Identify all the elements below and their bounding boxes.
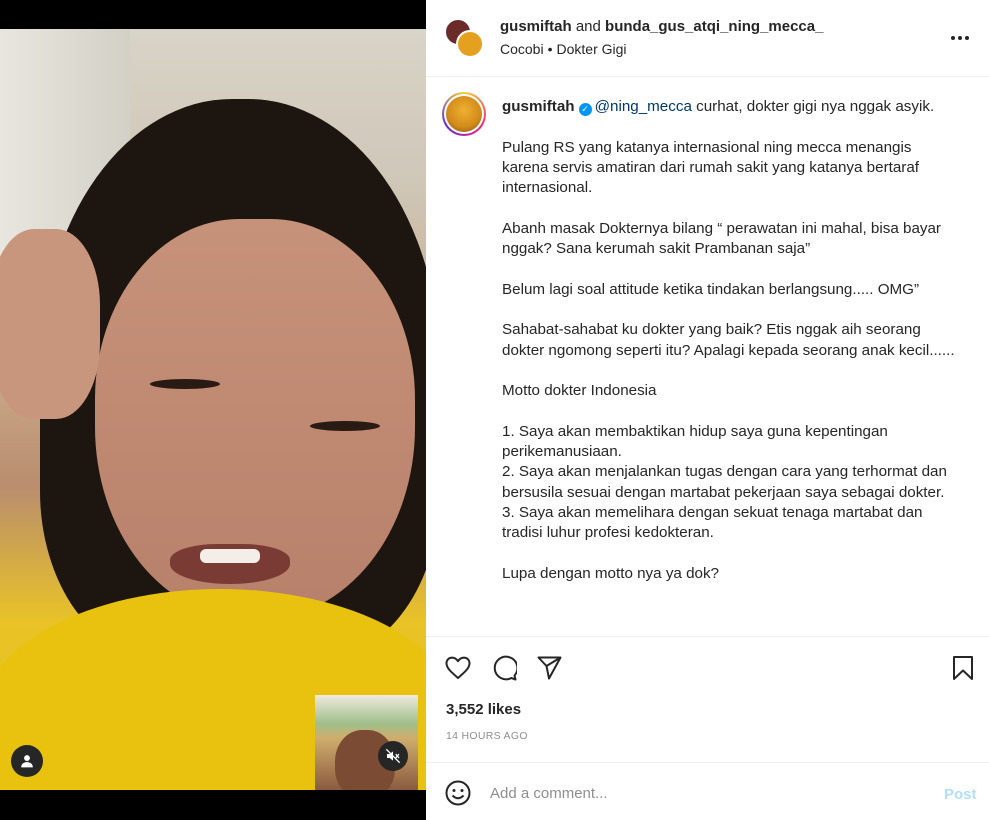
caption-avatar[interactable]	[442, 92, 486, 136]
verified-badge-icon: ✓	[578, 103, 592, 116]
comment-input[interactable]	[490, 782, 910, 804]
comment-bar: Post	[426, 762, 989, 820]
post-media[interactable]	[0, 0, 426, 820]
caption-paragraph: Motto dokter Indonesia	[502, 382, 657, 400]
send-icon	[537, 656, 561, 680]
caption-paragraph: Lupa dengan motto nya ya dok?	[502, 564, 720, 582]
emoji-button[interactable]	[445, 780, 471, 806]
likes-count[interactable]: 3,552 likes	[446, 701, 521, 718]
save-button[interactable]	[948, 653, 978, 683]
author-link[interactable]: gusmiftah	[500, 18, 572, 35]
location-link[interactable]: Cocobi	[500, 41, 544, 57]
more-options-button[interactable]	[948, 26, 972, 50]
video-subject-eye-right	[310, 421, 380, 431]
heart-icon	[445, 656, 471, 679]
video-subject-eye-left	[150, 379, 220, 389]
caption-text: gusmiftah ✓ @ning_mecca curhat, dokter gig…	[502, 97, 962, 584]
caption-paragraph: Pulang RS yang katanya internasional nin…	[502, 138, 920, 197]
caption-paragraph: Belum lagi soal attitude ketika tindakan…	[502, 280, 920, 298]
collab-avatars[interactable]	[444, 18, 484, 58]
more-horizontal-icon	[951, 36, 969, 40]
video-subject-hand	[0, 229, 100, 419]
post-comment-button[interactable]: Post	[944, 786, 977, 803]
post-subtitle: Cocobi • Dokter Gigi	[500, 41, 627, 57]
comment-button[interactable]	[489, 653, 519, 683]
post-panel: gusmiftah and bunda_gus_atqi_ning_mecca_…	[426, 0, 989, 820]
like-button[interactable]	[443, 653, 473, 683]
caption-mention[interactable]: @ning_mecca	[595, 98, 692, 115]
avatar[interactable]	[456, 30, 484, 58]
comment-icon	[493, 655, 517, 681]
mute-button[interactable]	[378, 741, 408, 771]
avatar	[446, 96, 482, 132]
audio-link[interactable]: Dokter Gigi	[557, 41, 627, 57]
bookmark-icon	[953, 656, 973, 680]
separator: •	[547, 41, 553, 57]
video-frame[interactable]	[0, 29, 426, 790]
caption-line-1: curhat, dokter gigi nya nggak asyik.	[691, 98, 935, 115]
caption-scroll-area[interactable]: gusmiftah ✓ @ning_mecca curhat, dokter gig…	[426, 78, 989, 636]
smile-icon	[445, 780, 471, 806]
caption-list-item: 2. Saya akan menjalankan tugas dengan ca…	[502, 463, 947, 501]
caption-username[interactable]: gusmiftah	[502, 98, 575, 115]
coauthor-link[interactable]: bunda_gus_atqi_ning_mecca_	[605, 18, 823, 35]
caption-list-item: 3. Saya akan memelihara dengan sekuat te…	[502, 503, 923, 542]
caption-fade	[426, 622, 989, 636]
pip-video	[315, 695, 418, 790]
user-tag-button[interactable]	[11, 745, 43, 777]
action-bar: 3,552 likes 14 HOURS AGO	[426, 636, 989, 761]
post-header: gusmiftah and bunda_gus_atqi_ning_mecca_…	[426, 0, 989, 77]
caption-list-item: 1. Saya akan membaktikan hidup saya guna…	[502, 422, 888, 461]
speaker-muted-icon	[385, 748, 401, 764]
share-button[interactable]	[534, 653, 564, 683]
post-timestamp[interactable]: 14 HOURS AGO	[446, 730, 528, 742]
caption-paragraph: Sahabat-sahabat ku dokter yang baik? Eti…	[502, 321, 955, 359]
author-names: gusmiftah and bunda_gus_atqi_ning_mecca_	[500, 18, 823, 35]
and-text: and	[575, 18, 601, 35]
caption-paragraph: Abanh masak Dokternya bilang “ perawatan…	[502, 219, 941, 258]
video-subject-teeth	[200, 549, 260, 563]
user-tag-icon	[21, 755, 33, 768]
